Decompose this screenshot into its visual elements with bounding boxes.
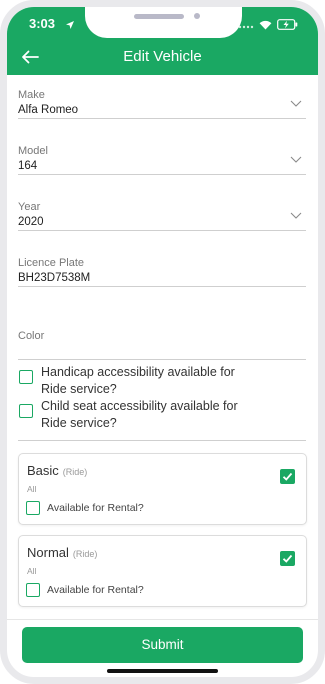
location-arrow-icon bbox=[65, 17, 75, 35]
service-enabled-checkbox[interactable] bbox=[280, 469, 295, 484]
year-label: Year bbox=[18, 201, 41, 213]
status-icons bbox=[238, 17, 298, 35]
service-scope: All bbox=[27, 484, 37, 494]
make-value: Alfa Romeo bbox=[18, 104, 79, 116]
child-seat-label: Child seat accessibility available for R… bbox=[41, 399, 238, 430]
service-type: (Ride) bbox=[62, 467, 88, 477]
rental-label: Available for Rental? bbox=[47, 502, 144, 514]
rental-label: Available for Rental? bbox=[47, 584, 144, 596]
chevron-down-icon bbox=[290, 206, 302, 224]
status-time: 3:03 bbox=[29, 16, 56, 31]
service-card-basic: Basic (Ride) All Available for Rental? bbox=[18, 453, 307, 525]
rental-checkbox[interactable] bbox=[26, 583, 40, 597]
service-card-normal: Normal (Ride) All Available for Rental? bbox=[18, 535, 307, 607]
rental-option[interactable]: Available for Rental? bbox=[26, 501, 144, 515]
device-notch bbox=[85, 7, 242, 38]
battery-charging-icon bbox=[277, 17, 298, 35]
model-value: 164 bbox=[18, 160, 38, 172]
handicap-accessibility-option[interactable]: Handicap accessibility available for Rid… bbox=[19, 364, 241, 398]
wifi-icon bbox=[259, 17, 272, 35]
service-title: Normal (Ride) bbox=[27, 545, 97, 560]
color-value bbox=[18, 345, 306, 359]
year-value: 2020 bbox=[18, 216, 44, 228]
service-title: Basic (Ride) bbox=[27, 463, 87, 478]
home-indicator bbox=[107, 669, 218, 673]
checkmark-icon bbox=[282, 472, 293, 481]
make-label: Make bbox=[18, 89, 45, 101]
footer-divider bbox=[7, 619, 318, 620]
submit-button[interactable]: Submit bbox=[22, 627, 303, 663]
licence-plate-value: BH23D7538M bbox=[18, 272, 91, 284]
chevron-down-icon bbox=[290, 94, 302, 112]
year-select[interactable]: Year 2020 bbox=[18, 201, 306, 231]
service-scope: All bbox=[27, 566, 37, 576]
service-enabled-checkbox[interactable] bbox=[280, 551, 295, 566]
licence-plate-label: Licence Plate bbox=[18, 257, 85, 269]
service-name: Normal bbox=[27, 545, 69, 560]
child-seat-checkbox[interactable] bbox=[19, 404, 33, 418]
model-label: Model bbox=[18, 145, 48, 157]
licence-plate-field[interactable]: Licence Plate BH23D7538M bbox=[18, 257, 306, 287]
chevron-down-icon bbox=[290, 150, 302, 168]
speaker-grille bbox=[134, 14, 184, 19]
camera-dot bbox=[194, 13, 200, 19]
service-type: (Ride) bbox=[72, 549, 98, 559]
color-label: Color bbox=[18, 330, 45, 342]
model-select[interactable]: Model 164 bbox=[18, 145, 306, 175]
phone-frame: 3:03 Edit Vehicle Make Alfa Romeo Model … bbox=[0, 0, 325, 684]
rental-option[interactable]: Available for Rental? bbox=[26, 583, 144, 597]
rental-checkbox[interactable] bbox=[26, 501, 40, 515]
make-select[interactable]: Make Alfa Romeo bbox=[18, 89, 306, 119]
service-name: Basic bbox=[27, 463, 59, 478]
section-divider bbox=[18, 440, 306, 441]
handicap-label: Handicap accessibility available for Rid… bbox=[41, 365, 235, 396]
child-seat-accessibility-option[interactable]: Child seat accessibility available for R… bbox=[19, 398, 241, 432]
page-title: Edit Vehicle bbox=[123, 48, 202, 65]
checkmark-icon bbox=[282, 554, 293, 563]
color-field[interactable]: Color bbox=[18, 330, 306, 360]
handicap-checkbox[interactable] bbox=[19, 370, 33, 384]
